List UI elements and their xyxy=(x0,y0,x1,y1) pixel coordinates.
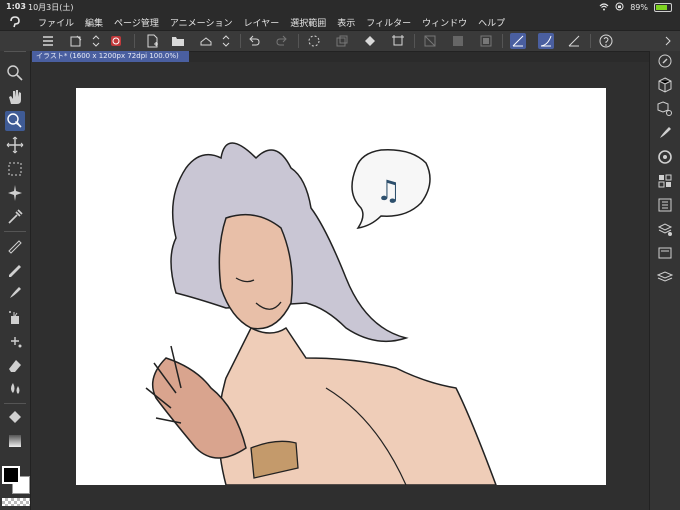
invert-selection-icon[interactable] xyxy=(478,33,494,49)
hand-icon[interactable] xyxy=(5,87,25,107)
status-right: 89% xyxy=(599,2,672,13)
color-set-icon[interactable] xyxy=(655,171,675,191)
layer-copy-icon[interactable] xyxy=(334,33,350,49)
fill-icon[interactable] xyxy=(362,33,378,49)
menu-item[interactable]: ファイル xyxy=(38,16,74,29)
gradient-icon[interactable] xyxy=(5,431,25,451)
color-wheel-icon[interactable] xyxy=(655,147,675,167)
illustration-canvas[interactable]: ♫ xyxy=(76,88,606,485)
sub-tool-icon[interactable] xyxy=(655,123,675,143)
transform-icon[interactable] xyxy=(390,33,406,49)
clip-studio-logo-icon[interactable] xyxy=(8,15,22,29)
decoration-icon[interactable] xyxy=(5,331,25,351)
fill-bucket-icon[interactable] xyxy=(5,407,25,427)
material-icon[interactable] xyxy=(655,243,675,263)
menu-item[interactable]: ヘルプ xyxy=(478,16,505,29)
menu-icon[interactable] xyxy=(40,33,56,49)
open-folder-icon[interactable] xyxy=(170,33,186,49)
status-date: 10月3日(土) xyxy=(28,3,74,12)
clear-selection-icon[interactable] xyxy=(422,33,438,49)
menu-item[interactable]: レイヤー xyxy=(244,16,280,29)
rect-select-icon[interactable] xyxy=(5,159,25,179)
command-bar xyxy=(0,30,680,52)
wifi-icon xyxy=(599,2,609,13)
eraser-icon[interactable] xyxy=(5,355,25,375)
layer-icon[interactable] xyxy=(655,267,675,287)
document-tab-label: イラスト* (1600 x 1200px 72dpi 100.0%) xyxy=(36,52,179,60)
collapse-right-icon[interactable] xyxy=(660,33,676,49)
save-icon[interactable] xyxy=(198,33,214,49)
transparent-color-swatch[interactable] xyxy=(2,498,30,506)
menu-item[interactable]: アニメーション xyxy=(170,16,233,29)
object-icon[interactable] xyxy=(655,99,675,119)
loading-icon[interactable] xyxy=(306,33,322,49)
menu-item[interactable]: 表示 xyxy=(337,16,355,29)
menu-item[interactable]: フィルター xyxy=(366,16,411,29)
spinner-icon[interactable] xyxy=(88,33,104,49)
airbrush-icon[interactable] xyxy=(5,307,25,327)
move-icon[interactable] xyxy=(5,135,25,155)
menu-item[interactable]: ページ管理 xyxy=(114,16,159,29)
blend-icon[interactable] xyxy=(5,379,25,399)
snap-to-grid-icon[interactable] xyxy=(566,33,582,49)
help-icon[interactable] xyxy=(598,33,614,49)
tool-palette xyxy=(0,51,31,510)
fill-selection-icon[interactable] xyxy=(450,33,466,49)
zoom-icon[interactable] xyxy=(5,63,25,83)
document-tab[interactable]: イラスト* (1600 x 1200px 72dpi 100.0%) xyxy=(32,51,189,62)
redo-icon[interactable] xyxy=(274,33,290,49)
3d-material-icon[interactable] xyxy=(655,75,675,95)
battery-icon xyxy=(654,3,672,12)
brush-icon[interactable] xyxy=(5,283,25,303)
eyedropper-icon[interactable] xyxy=(5,207,25,227)
illustration-artwork: ♫ xyxy=(145,142,497,485)
menu-item[interactable]: ウィンドウ xyxy=(422,16,467,29)
battery-level xyxy=(656,5,667,10)
snap-to-special-ruler-icon[interactable] xyxy=(538,33,554,49)
snap-to-ruler-icon[interactable] xyxy=(510,33,526,49)
menu-item[interactable]: 編集 xyxy=(85,16,103,29)
status-time: 1:03 xyxy=(6,2,26,11)
select-object-icon[interactable] xyxy=(5,111,25,131)
new-canvas-icon[interactable] xyxy=(68,33,84,49)
panel-bar xyxy=(649,51,680,510)
new-file-icon[interactable] xyxy=(144,33,160,49)
main-color-swatch[interactable] xyxy=(2,466,20,484)
svg-text:♫: ♫ xyxy=(376,174,401,207)
layer-property-icon[interactable] xyxy=(655,219,675,239)
spinner-icon-2[interactable] xyxy=(218,33,234,49)
menu-bar: ファイル 編集 ページ管理 アニメーション レイヤー 選択範囲 表示 フィルター ウィンドウ ヘル… xyxy=(0,14,680,30)
status-bar: 1:03 10月3日(土) 89% xyxy=(0,0,680,14)
battery-percent: 89% xyxy=(630,3,648,12)
menu-item[interactable]: 選択範囲 xyxy=(290,16,326,29)
auto-select-icon[interactable] xyxy=(5,183,25,203)
clip-studio-icon[interactable] xyxy=(108,33,124,49)
menu-items: ファイル 編集 ページ管理 アニメーション レイヤー 選択範囲 表示 フィルター ウィンドウ ヘル… xyxy=(38,16,505,29)
pen-icon[interactable] xyxy=(5,235,25,255)
history-icon[interactable] xyxy=(655,195,675,215)
undo-icon[interactable] xyxy=(246,33,262,49)
pencil-icon[interactable] xyxy=(5,259,25,279)
navigator-icon[interactable] xyxy=(655,51,675,71)
orientation-lock-icon xyxy=(615,2,624,13)
